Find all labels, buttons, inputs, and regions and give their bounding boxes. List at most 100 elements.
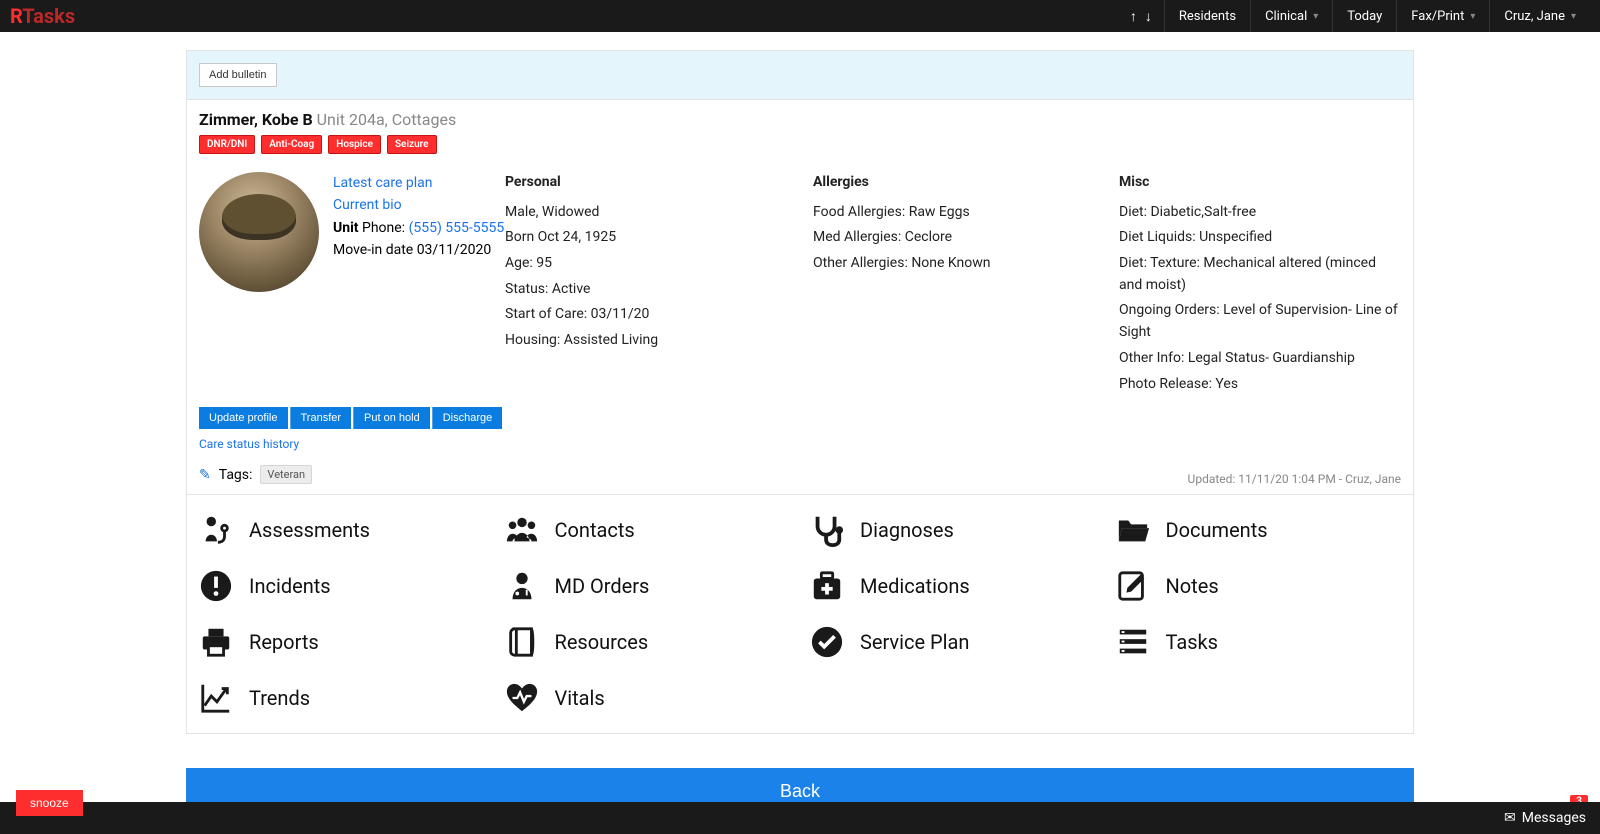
- personal-header: Personal: [505, 172, 813, 194]
- module-contacts[interactable]: Contacts: [505, 513, 791, 547]
- status-badge: Seizure: [387, 135, 437, 154]
- bottom-bar: ✉ Messages: [0, 802, 1600, 834]
- check-circle-icon: [810, 625, 844, 659]
- stethoscope-icon: [810, 513, 844, 547]
- exclamation-circle-icon: [199, 569, 233, 603]
- info-line: Other Info: Legal Status- Guardianship: [1119, 348, 1401, 370]
- medkit-icon: [810, 569, 844, 603]
- info-line: Photo Release: Yes: [1119, 374, 1401, 396]
- tags-label: Tags:: [219, 467, 253, 483]
- edit-tags-icon[interactable]: ✎: [199, 467, 211, 483]
- module-label: Notes: [1166, 574, 1219, 598]
- messages-label: Messages: [1522, 810, 1586, 826]
- info-line: Born Oct 24, 1925: [505, 227, 813, 249]
- updated-timestamp: Updated: 11/11/20 1:04 PM - Cruz, Jane: [1188, 472, 1401, 486]
- info-line: Status: Active: [505, 279, 813, 301]
- module-grid: Assessments Contacts Diagnoses Documents…: [187, 494, 1413, 733]
- snooze-button[interactable]: snooze: [16, 790, 83, 816]
- module-label: Diagnoses: [860, 518, 954, 542]
- printer-icon: [199, 625, 233, 659]
- people-group-icon: [505, 513, 539, 547]
- module-trends[interactable]: Trends: [199, 681, 485, 715]
- nav-residents[interactable]: Residents: [1164, 0, 1250, 32]
- module-documents[interactable]: Documents: [1116, 513, 1402, 547]
- module-incidents[interactable]: Incidents: [199, 569, 485, 603]
- info-line: Diet Liquids: Unspecified: [1119, 227, 1401, 249]
- info-line: Age: 95: [505, 253, 813, 275]
- doctor-icon: [505, 569, 539, 603]
- nav-fax-print[interactable]: Fax/Print▾: [1396, 0, 1489, 32]
- misc-header: Misc: [1119, 172, 1401, 194]
- tag-chip[interactable]: Veteran: [260, 465, 312, 484]
- latest-care-plan-link[interactable]: Latest care plan: [333, 172, 504, 194]
- unit-phone-line: Unit Phone: (555) 555-5555: [333, 217, 504, 239]
- profile-action-row: Update profile Transfer Put on hold Disc…: [187, 407, 1413, 437]
- phone-link[interactable]: (555) 555-5555: [409, 220, 505, 236]
- arrow-down-icon[interactable]: ↓: [1145, 8, 1152, 25]
- arrow-up-icon[interactable]: ↑: [1130, 8, 1137, 25]
- current-bio-link[interactable]: Current bio: [333, 194, 504, 216]
- module-assessments[interactable]: Assessments: [199, 513, 485, 547]
- module-reports[interactable]: Reports: [199, 625, 485, 659]
- status-badge: DNR/DNI: [199, 135, 255, 154]
- nav-today[interactable]: Today: [1332, 0, 1396, 32]
- module-label: Assessments: [249, 518, 370, 542]
- trend-chart-icon: [199, 681, 233, 715]
- module-label: Resources: [555, 630, 649, 654]
- heartbeat-icon: [505, 681, 539, 715]
- module-resources[interactable]: Resources: [505, 625, 791, 659]
- update-profile-button[interactable]: Update profile: [199, 407, 288, 429]
- resident-profile-panel: Add bulletin Zimmer, Kobe B Unit 204a, C…: [186, 50, 1414, 734]
- edit-note-icon: [1116, 569, 1150, 603]
- module-label: Reports: [249, 630, 319, 654]
- info-line: Start of Care: 03/11/20: [505, 304, 813, 326]
- module-label: Service Plan: [860, 630, 969, 654]
- resident-location: Unit 204a, Cottages: [317, 110, 457, 129]
- info-line: Male, Widowed: [505, 202, 813, 224]
- allergies-header: Allergies: [813, 172, 1119, 194]
- module-label: Vitals: [555, 686, 605, 710]
- messages-link[interactable]: ✉ Messages: [1504, 810, 1586, 826]
- resident-name-line: Zimmer, Kobe B Unit 204a, Cottages: [199, 110, 1401, 129]
- info-line: Diet: Texture: Mechanical altered (mince…: [1119, 253, 1401, 296]
- module-vitals[interactable]: Vitals: [505, 681, 791, 715]
- profile-header: Zimmer, Kobe B Unit 204a, Cottages DNR/D…: [187, 100, 1413, 154]
- module-label: MD Orders: [555, 574, 650, 598]
- module-tasks[interactable]: Tasks: [1116, 625, 1402, 659]
- chevron-down-icon: ▾: [1571, 11, 1576, 22]
- top-nav: RTasks ↑↓ Residents Clinical▾ Today Fax/…: [0, 0, 1600, 32]
- put-on-hold-button[interactable]: Put on hold: [353, 407, 430, 429]
- transfer-button[interactable]: Transfer: [290, 407, 352, 429]
- module-label: Contacts: [555, 518, 635, 542]
- nav-user-menu[interactable]: Cruz, Jane▾: [1489, 0, 1590, 32]
- stethoscope-doctor-icon: [199, 513, 233, 547]
- profile-quick-links: Latest care plan Current bio Unit Phone:…: [333, 172, 504, 395]
- resident-name: Zimmer, Kobe B: [199, 110, 313, 129]
- chevron-down-icon: ▾: [1470, 11, 1475, 22]
- module-diagnoses[interactable]: Diagnoses: [810, 513, 1096, 547]
- care-status-history-link[interactable]: Care status history: [187, 437, 1413, 461]
- add-bulletin-button[interactable]: Add bulletin: [199, 63, 277, 87]
- module-medications[interactable]: Medications: [810, 569, 1096, 603]
- info-line: Diet: Diabetic,Salt-free: [1119, 202, 1401, 224]
- book-icon: [505, 625, 539, 659]
- module-md-orders[interactable]: MD Orders: [505, 569, 791, 603]
- tags-row: ✎ Tags: Veteran Updated: 11/11/20 1:04 P…: [187, 461, 1413, 494]
- module-label: Incidents: [249, 574, 331, 598]
- module-label: Trends: [249, 686, 310, 710]
- brand-logo[interactable]: RTasks: [10, 4, 75, 28]
- module-service-plan[interactable]: Service Plan: [810, 625, 1096, 659]
- module-label: Medications: [860, 574, 970, 598]
- misc-column: Misc Diet: Diabetic,Salt-free Diet Liqui…: [1119, 172, 1401, 395]
- chevron-down-icon: ▾: [1313, 11, 1318, 22]
- personal-info-column: Personal Male, Widowed Born Oct 24, 1925…: [505, 172, 813, 395]
- info-line: Med Allergies: Ceclore: [813, 227, 1119, 249]
- info-line: Food Allergies: Raw Eggs: [813, 202, 1119, 224]
- bulletin-bar: Add bulletin: [187, 51, 1413, 100]
- nav-clinical[interactable]: Clinical▾: [1250, 0, 1332, 32]
- nav-sort-arrows[interactable]: ↑↓: [1130, 8, 1164, 25]
- status-badge: Hospice: [328, 135, 381, 154]
- allergies-column: Allergies Food Allergies: Raw Eggs Med A…: [813, 172, 1119, 395]
- module-notes[interactable]: Notes: [1116, 569, 1402, 603]
- discharge-button[interactable]: Discharge: [432, 407, 503, 429]
